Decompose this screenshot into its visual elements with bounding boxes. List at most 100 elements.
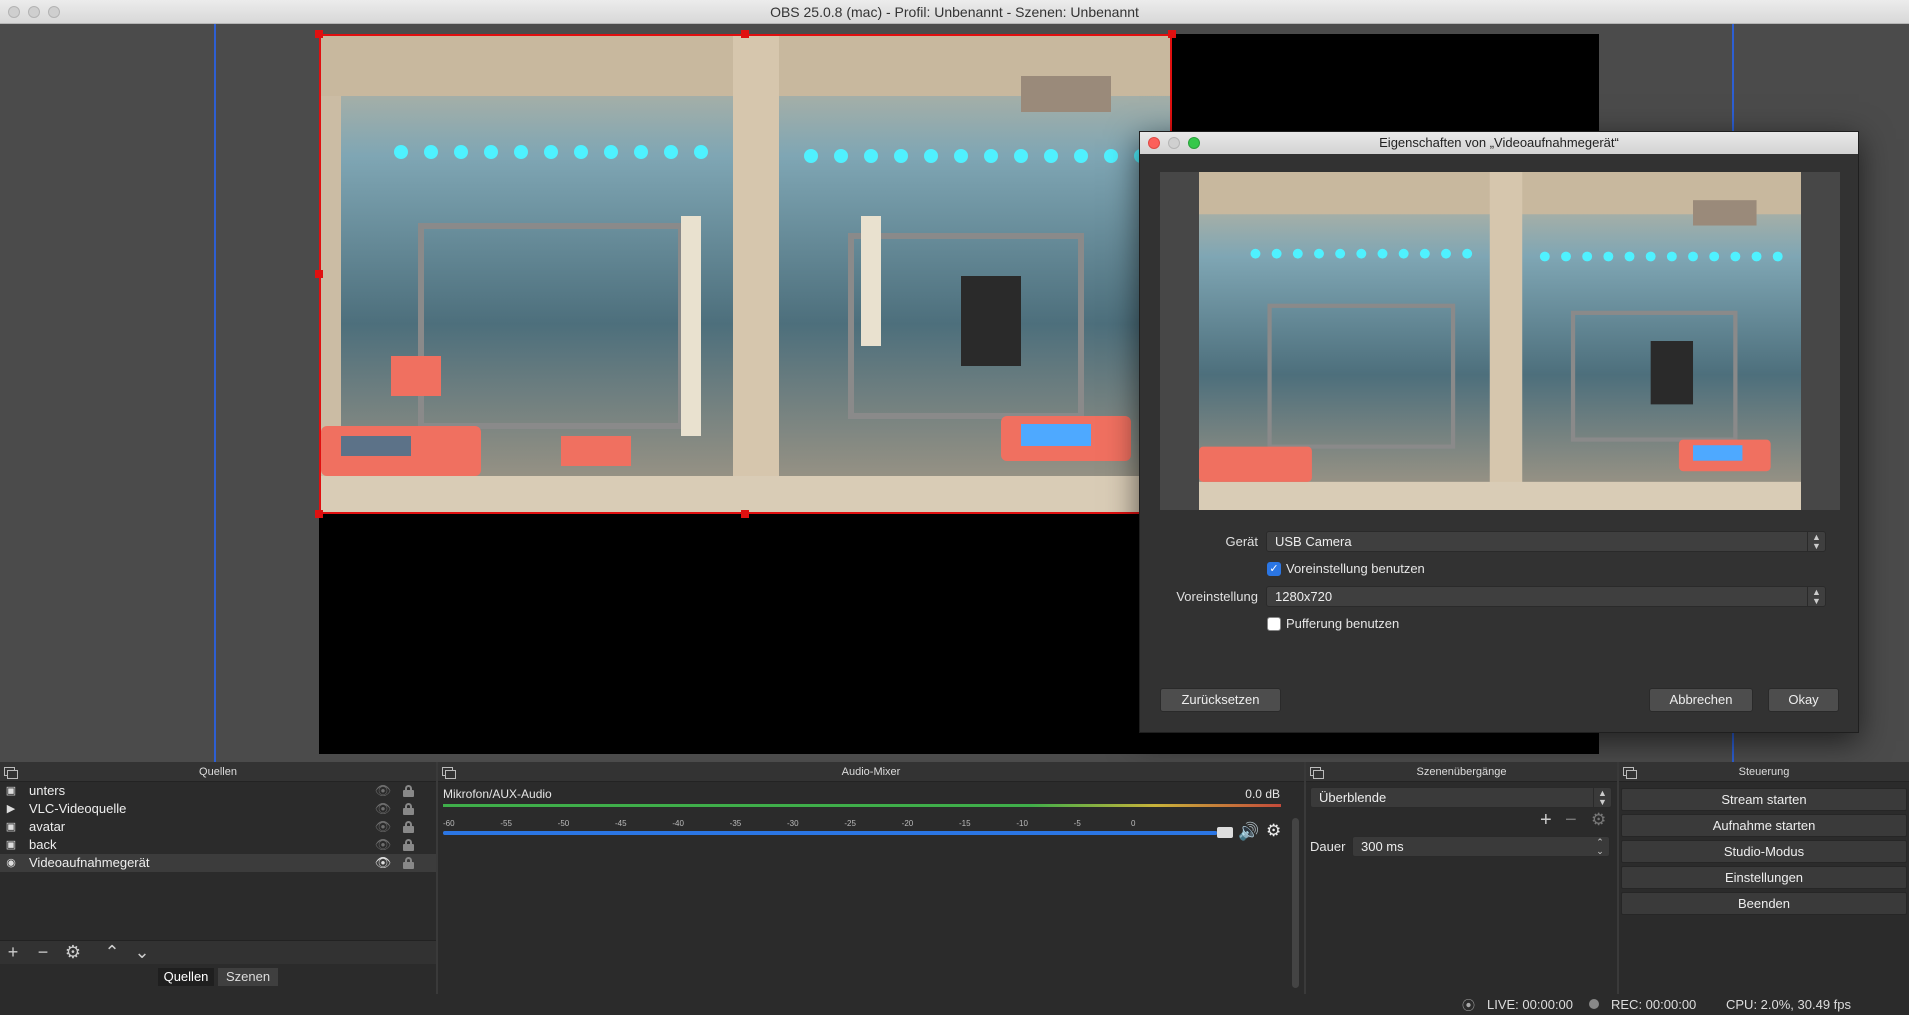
- lock-icon[interactable]: [403, 785, 414, 797]
- camera-feed-image: [321, 36, 1170, 512]
- mixer-scale-tick: -20: [901, 819, 914, 828]
- resize-handle-left[interactable]: [315, 270, 323, 278]
- remove-transition-button[interactable]: −: [1565, 809, 1577, 832]
- camera-source[interactable]: [319, 34, 1172, 514]
- mixer-gear-icon[interactable]: ⚙: [1266, 821, 1281, 841]
- move-down-chevron-icon[interactable]: ⌄: [131, 941, 153, 963]
- exit-button[interactable]: Beenden: [1621, 892, 1907, 915]
- dialog-preview: [1160, 172, 1840, 510]
- visibility-eye-icon[interactable]: 👁: [374, 782, 392, 800]
- image-icon: ▣: [5, 785, 17, 797]
- mixer-scale-tick: -30: [787, 819, 799, 828]
- undock-icon[interactable]: [1623, 767, 1637, 779]
- visibility-eye-icon[interactable]: 👁: [374, 818, 392, 836]
- move-up-chevron-icon[interactable]: ⌃: [101, 941, 123, 963]
- mixer-scale-tick: -35: [729, 819, 742, 828]
- resize-handle-bottom[interactable]: [741, 510, 749, 518]
- dialog-minimize-button[interactable]: [1168, 137, 1180, 149]
- start-stream-button[interactable]: Stream starten: [1621, 788, 1907, 811]
- transition-select[interactable]: Überblende ▲ ▼: [1310, 787, 1612, 808]
- minimize-window-button[interactable]: [28, 6, 40, 18]
- dialog-title: Eigenschaften von „Videoaufnahmegerät“: [1379, 135, 1619, 150]
- source-row-vlc[interactable]: ▶ VLC-Videoquelle 👁: [0, 800, 436, 818]
- undock-icon[interactable]: [4, 767, 18, 779]
- lock-icon[interactable]: [403, 857, 414, 869]
- source-label: VLC-Videoquelle: [29, 801, 127, 816]
- source-row-back[interactable]: ▣ back 👁: [0, 836, 436, 854]
- camera-preview-image: [1199, 172, 1801, 510]
- window-title: OBS 25.0.8 (mac) - Profil: Unbenannt - S…: [770, 4, 1139, 20]
- sources-toolbar: + − ⚙ ⌃ ⌄: [0, 940, 436, 964]
- transition-select-value: Überblende: [1319, 790, 1387, 805]
- visibility-eye-icon[interactable]: 👁: [374, 836, 392, 854]
- mixer-channel-name: Mikrofon/AUX-Audio: [443, 787, 552, 801]
- rec-dot-icon: [1589, 999, 1599, 1009]
- resize-handle-top-left[interactable]: [315, 30, 323, 38]
- volume-slider[interactable]: [443, 831, 1233, 835]
- mixer-scale-tick: -5: [1073, 819, 1081, 828]
- status-bar: ⦿ LIVE: 00:00:00 REC: 00:00:00 CPU: 2.0%…: [0, 994, 1909, 1015]
- transitions-title: Szenenübergänge: [1416, 766, 1507, 778]
- undock-icon[interactable]: [442, 767, 456, 779]
- use-preset-checkbox[interactable]: ✓: [1267, 562, 1281, 576]
- lock-icon[interactable]: [403, 839, 414, 851]
- controls-title: Steuerung: [1738, 766, 1790, 778]
- source-label: back: [29, 837, 57, 852]
- sources-list: ▣ unters 👁 ▶ VLC-Videoquelle 👁 ▣ avatar …: [0, 782, 436, 940]
- ok-button[interactable]: Okay: [1768, 688, 1839, 712]
- use-buffering-label: Pufferung benutzen: [1286, 616, 1400, 631]
- settings-button[interactable]: Einstellungen: [1621, 866, 1907, 889]
- close-window-button[interactable]: [8, 6, 20, 18]
- updown-arrows-icon: ▲ ▼: [1807, 532, 1825, 551]
- visibility-eye-icon[interactable]: 👁: [374, 854, 392, 872]
- cancel-button[interactable]: Abbrechen: [1649, 688, 1753, 712]
- source-row-unters[interactable]: ▣ unters 👁: [0, 782, 436, 800]
- mixer-scrollbar[interactable]: [1292, 818, 1299, 988]
- mixer-scale-tick: -40: [672, 819, 684, 828]
- tab-sources[interactable]: Quellen: [158, 968, 214, 986]
- resize-handle-top[interactable]: [741, 30, 749, 38]
- add-source-button[interactable]: +: [2, 941, 24, 963]
- volume-slider-handle[interactable]: [1217, 827, 1233, 838]
- source-row-videoaufnahmegeraet[interactable]: ◉ Videoaufnahmegerät 👁: [0, 854, 436, 872]
- mixer-dock-header: Audio-Mixer: [438, 762, 1304, 782]
- resize-handle-bottom-left[interactable]: [315, 510, 323, 518]
- zoom-window-button[interactable]: [48, 6, 60, 18]
- source-properties-gear-icon[interactable]: ⚙: [62, 941, 84, 963]
- transitions-dock-header: Szenenübergänge: [1306, 762, 1617, 782]
- remove-source-button[interactable]: −: [32, 941, 54, 963]
- tab-scenes[interactable]: Szenen: [218, 968, 278, 986]
- use-buffering-checkbox[interactable]: [1267, 617, 1281, 631]
- device-select[interactable]: USB Camera ▲ ▼: [1266, 531, 1826, 552]
- transition-gear-icon[interactable]: ⚙: [1591, 810, 1606, 830]
- speaker-icon[interactable]: 🔊: [1238, 822, 1259, 842]
- window-titlebar: OBS 25.0.8 (mac) - Profil: Unbenannt - S…: [0, 0, 1909, 24]
- stepper-arrows-icon[interactable]: ⌃ ⌄: [1591, 837, 1609, 856]
- mixer-scale-tick: -25: [844, 819, 856, 828]
- mixer-scale-tick: 0: [1131, 819, 1136, 828]
- mixer-title: Audio-Mixer: [841, 766, 901, 778]
- add-transition-button[interactable]: +: [1540, 809, 1552, 832]
- device-select-value: USB Camera: [1275, 534, 1352, 549]
- dialog-zoom-button[interactable]: [1188, 137, 1200, 149]
- undock-icon[interactable]: [1310, 767, 1324, 779]
- guide-line-left: [214, 24, 216, 762]
- lock-icon[interactable]: [403, 803, 414, 815]
- start-recording-button[interactable]: Aufnahme starten: [1621, 814, 1907, 837]
- sources-dock-header: Quellen: [0, 762, 436, 782]
- studio-mode-button[interactable]: Studio-Modus: [1621, 840, 1907, 863]
- source-label: Videoaufnahmegerät: [29, 855, 150, 870]
- dialog-close-button[interactable]: [1148, 137, 1160, 149]
- visibility-eye-icon[interactable]: 👁: [374, 800, 392, 818]
- preset-select[interactable]: 1280x720 ▲ ▼: [1266, 586, 1826, 607]
- scene-transitions-dock: Szenenübergänge Überblende ▲ ▼ + − ⚙ Daue…: [1306, 762, 1617, 994]
- source-row-avatar[interactable]: ▣ avatar 👁: [0, 818, 436, 836]
- resize-handle-top-right[interactable]: [1168, 30, 1176, 38]
- duration-value: 300 ms: [1361, 839, 1404, 854]
- image-icon: ▣: [5, 839, 17, 851]
- mixer-scale-tick: -55: [500, 819, 512, 828]
- reset-button[interactable]: Zurücksetzen: [1160, 688, 1281, 712]
- lock-icon[interactable]: [403, 821, 414, 833]
- rec-status: REC: 00:00:00: [1611, 997, 1697, 1012]
- duration-spinbox[interactable]: 300 ms ⌃ ⌄: [1352, 836, 1610, 857]
